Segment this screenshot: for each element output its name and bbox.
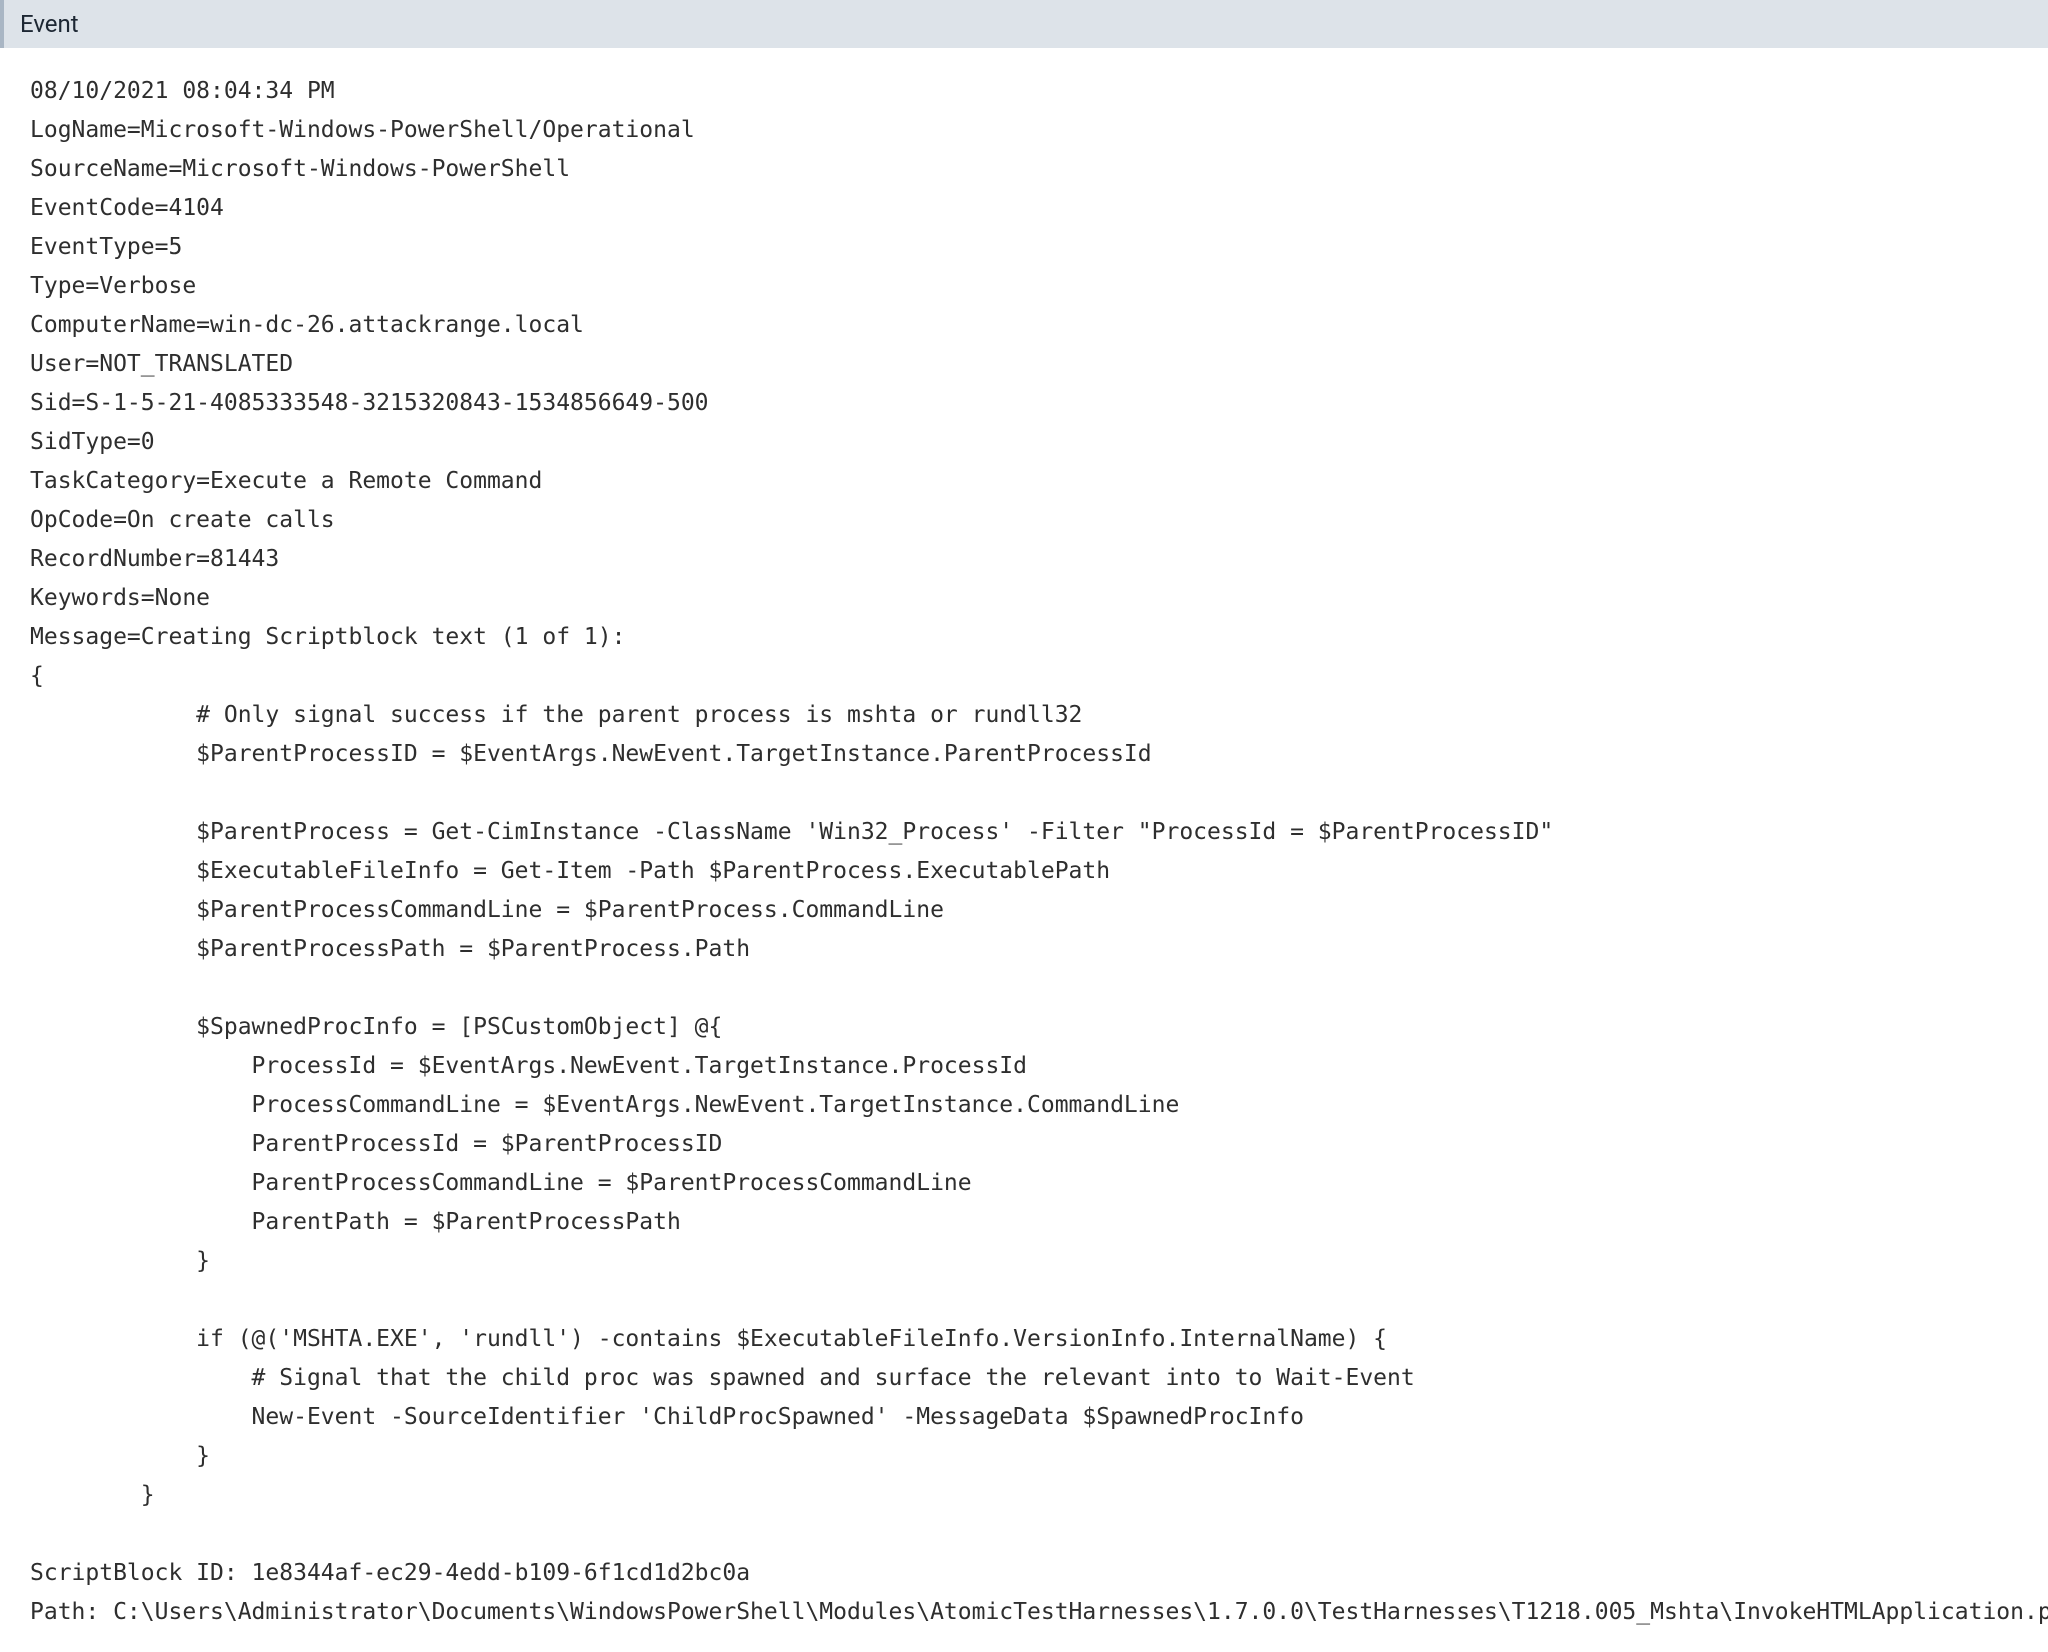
event-header-title: Event [20, 10, 79, 38]
event-header: Event [0, 0, 2048, 48]
event-body: 08/10/2021 08:04:34 PM LogName=Microsoft… [0, 48, 2048, 1652]
event-raw-text: 08/10/2021 08:04:34 PM LogName=Microsoft… [30, 78, 2048, 1625]
